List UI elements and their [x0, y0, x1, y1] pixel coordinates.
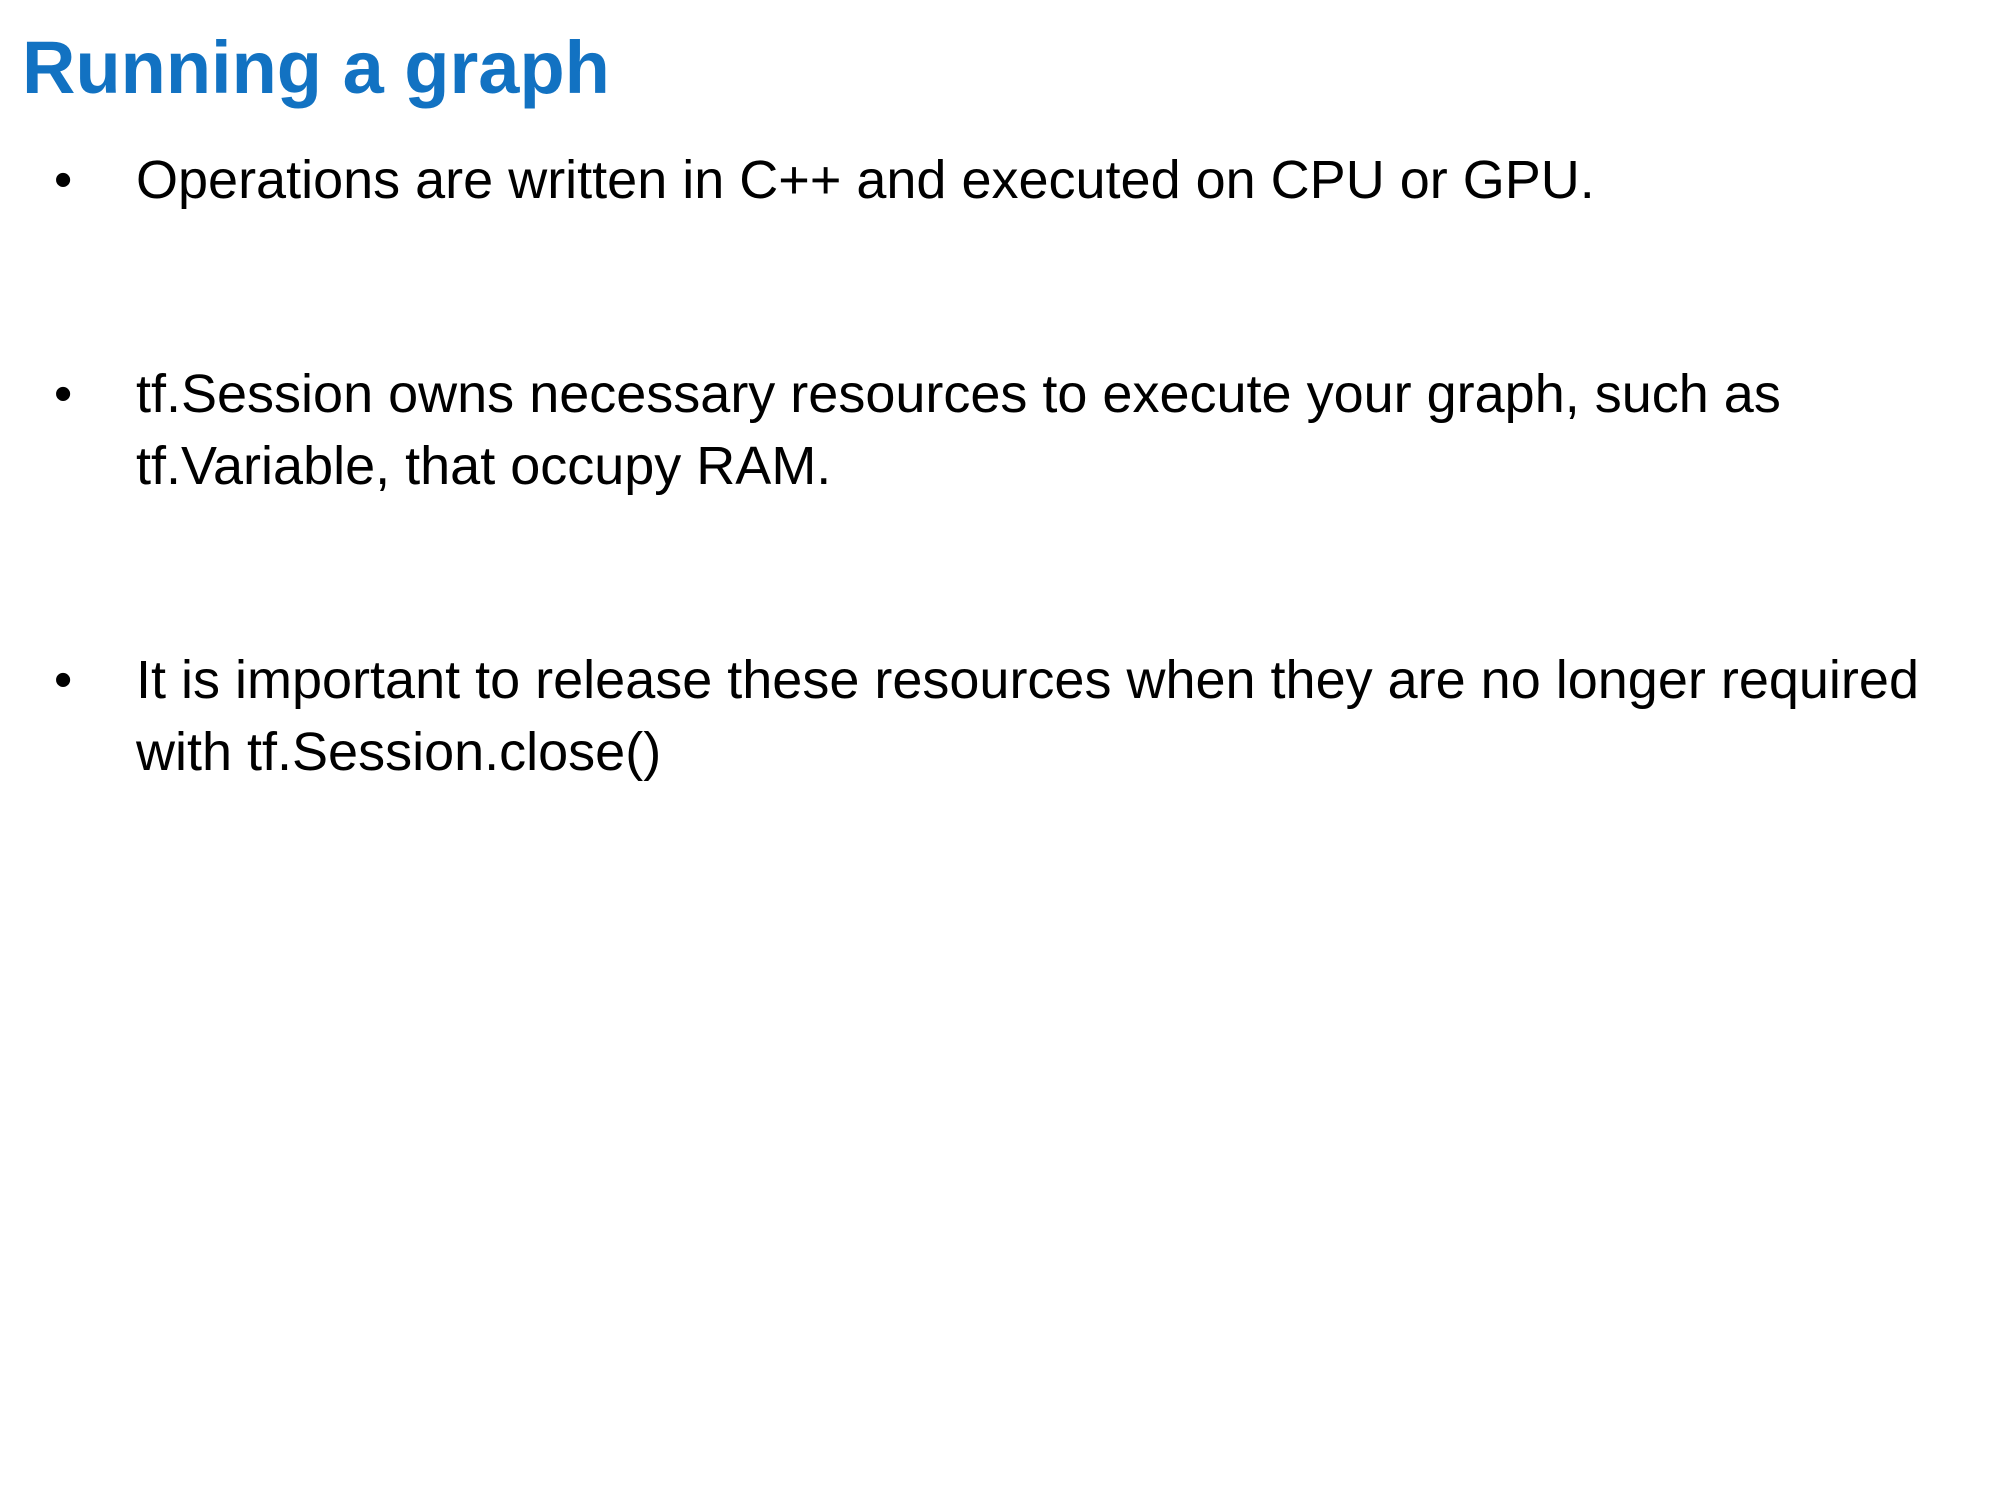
- bullet-text: Operations are written in C++ and execut…: [136, 150, 1595, 210]
- bullet-icon: •: [54, 365, 73, 423]
- slide: Running a graph • Operations are written…: [0, 0, 2000, 1500]
- bullet-text: tf.Session owns necessary resources to e…: [136, 364, 1781, 496]
- bullet-icon: •: [54, 151, 73, 209]
- bullet-text: It is important to release these resourc…: [136, 650, 1919, 782]
- slide-title: Running a graph: [22, 26, 610, 109]
- bullet-icon: •: [54, 651, 73, 709]
